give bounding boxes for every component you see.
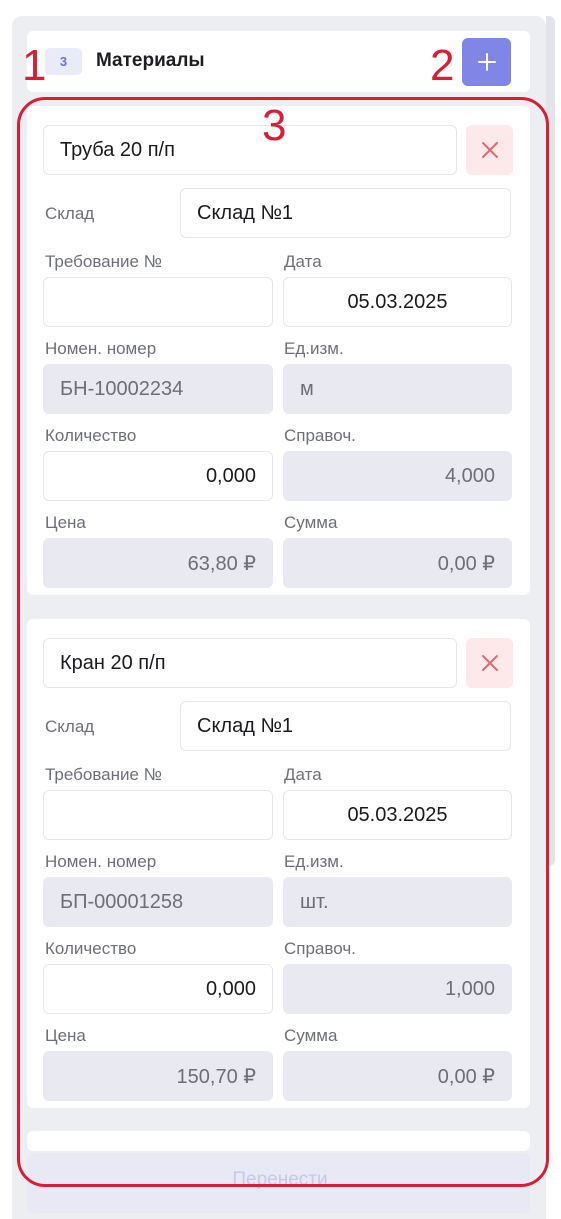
close-icon xyxy=(481,142,498,158)
nomenclature-value: БП-00001258 xyxy=(43,877,273,927)
unit-label: Ед.изм. xyxy=(284,339,344,358)
quantity-input[interactable]: 0,000 xyxy=(43,964,273,1014)
date-label: Дата xyxy=(284,765,322,784)
remove-material-button[interactable] xyxy=(466,125,513,175)
date-input[interactable]: 05.03.2025 xyxy=(283,277,512,327)
sum-label: Сумма xyxy=(284,1026,338,1045)
requirement-label: Требование № xyxy=(45,765,162,784)
scrollbar[interactable] xyxy=(546,16,555,866)
quantity-label: Количество xyxy=(45,939,137,958)
annotation-number-3: 3 xyxy=(262,101,287,150)
sum-value: 0,00 ₽ xyxy=(283,1051,512,1101)
warehouse-label: Склад xyxy=(45,717,95,736)
requirement-input[interactable] xyxy=(43,277,273,327)
nomenclature-label: Номен. номер xyxy=(45,339,157,358)
requirement-label: Требование № xyxy=(45,252,162,271)
submit-button-label: Перенести xyxy=(232,1169,328,1190)
warehouse-select[interactable]: Склад №1 xyxy=(180,701,511,751)
reference-label: Справоч. xyxy=(284,939,356,958)
reference-value: 1,000 xyxy=(283,964,512,1014)
unit-value: м xyxy=(283,364,512,414)
price-value: 63,80 ₽ xyxy=(43,538,273,588)
date-label: Дата xyxy=(284,252,322,271)
material-name-field[interactable]: Труба 20 п/п xyxy=(43,125,457,175)
reference-label: Справоч. xyxy=(284,426,356,445)
nomenclature-label: Номен. номер xyxy=(45,852,157,871)
add-material-button[interactable] xyxy=(462,38,511,86)
price-label: Цена xyxy=(45,513,86,532)
remove-material-button[interactable] xyxy=(466,638,513,688)
warehouse-label: Склад xyxy=(45,204,95,223)
material-name-field[interactable]: Кран 20 п/п xyxy=(43,638,457,688)
sum-value: 0,00 ₽ xyxy=(283,538,512,588)
price-value: 150,70 ₽ xyxy=(43,1051,273,1101)
quantity-input[interactable]: 0,000 xyxy=(43,451,273,501)
plus-icon xyxy=(477,53,496,71)
requirement-input[interactable] xyxy=(43,790,273,840)
reference-value: 4,000 xyxy=(283,451,512,501)
annotation-number-1: 1 xyxy=(22,41,47,90)
material-card xyxy=(27,1131,530,1151)
unit-value: шт. xyxy=(283,877,512,927)
annotation-number-2: 2 xyxy=(430,41,455,90)
date-input[interactable]: 05.03.2025 xyxy=(283,790,512,840)
sum-label: Сумма xyxy=(284,513,338,532)
nomenclature-value: БН-10002234 xyxy=(43,364,273,414)
warehouse-select[interactable]: Склад №1 xyxy=(180,188,511,238)
quantity-label: Количество xyxy=(45,426,137,445)
price-label: Цена xyxy=(45,1026,86,1045)
unit-label: Ед.изм. xyxy=(284,852,344,871)
close-icon xyxy=(481,655,498,671)
materials-count-badge: 3 xyxy=(45,48,82,75)
materials-title: Материалы xyxy=(96,50,205,71)
